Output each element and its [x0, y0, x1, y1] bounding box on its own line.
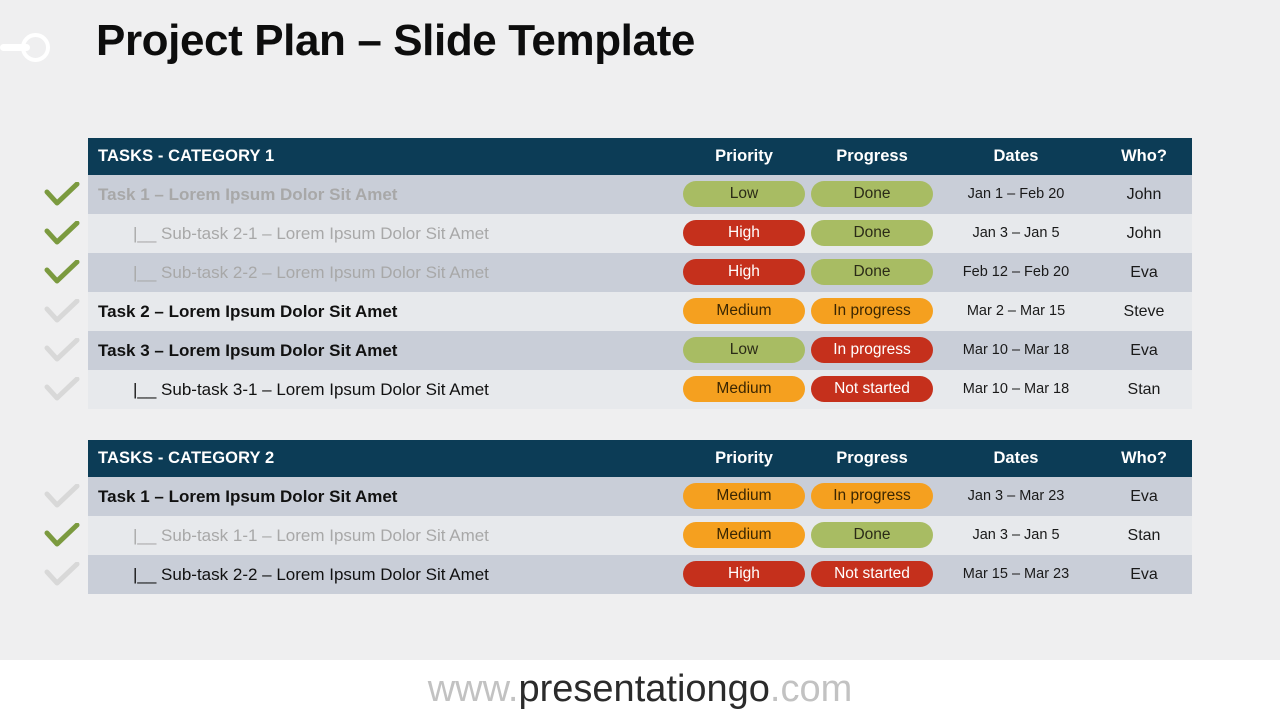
progress-badge[interactable]: In progress: [811, 337, 933, 363]
column-header-progress: Progress: [836, 449, 908, 467]
task-name: Task 1 – Lorem Ipsum Dolor Sit Amet: [98, 487, 398, 506]
checkmark-icon-pending[interactable]: [40, 292, 84, 331]
task-name: |__ Sub-task 2-2 – Lorem Ipsum Dolor Sit…: [133, 263, 489, 282]
progress-badge[interactable]: Done: [811, 181, 933, 207]
priority-badge[interactable]: Medium: [683, 483, 805, 509]
progress-badge[interactable]: Not started: [811, 376, 933, 402]
dates-cell: Jan 1 – Feb 20: [967, 186, 1065, 202]
priority-badge[interactable]: Low: [683, 337, 805, 363]
table-row: |__ Sub-task 1-1 – Lorem Ipsum Dolor Sit…: [88, 516, 1192, 555]
dates-cell: Feb 12 – Feb 20: [962, 264, 1070, 280]
checkmark-column-category-2: [40, 477, 84, 594]
checkmark-icon-pending[interactable]: [40, 477, 84, 516]
table-row: Task 1 – Lorem Ipsum Dolor Sit Amet Low Do…: [88, 175, 1192, 214]
watermark-brand: presentationgo: [518, 668, 770, 710]
owner-cell: Eva: [1130, 488, 1158, 505]
column-header-priority: Priority: [715, 147, 773, 165]
owner-cell: Eva: [1130, 264, 1158, 281]
page-title: Project Plan – Slide Template: [96, 16, 695, 65]
priority-badge[interactable]: High: [683, 220, 805, 246]
watermark: www.presentationgo.com: [0, 668, 1280, 711]
category-title: TASKS - CATEGORY 2: [98, 449, 275, 467]
column-header-priority: Priority: [715, 449, 773, 467]
owner-cell: John: [1126, 225, 1162, 242]
dates-cell: Jan 3 – Jan 5: [972, 527, 1060, 543]
priority-badge[interactable]: Medium: [683, 522, 805, 548]
progress-badge[interactable]: In progress: [811, 483, 933, 509]
table-header-row-2: TASKS - CATEGORY 2 Priority Progress Dates W…: [88, 440, 1192, 477]
task-name: |__ Sub-task 2-1 – Lorem Ipsum Dolor Sit…: [133, 224, 489, 243]
priority-badge[interactable]: High: [683, 561, 805, 587]
checkmark-icon-done[interactable]: [40, 516, 84, 555]
checkmark-icon-done[interactable]: [40, 214, 84, 253]
owner-cell: Stan: [1127, 527, 1161, 544]
progress-badge[interactable]: In progress: [811, 298, 933, 324]
table-row: Task 1 – Lorem Ipsum Dolor Sit Amet Mediu…: [88, 477, 1192, 516]
column-header-who: Who?: [1121, 147, 1167, 165]
task-name: Task 2 – Lorem Ipsum Dolor Sit Amet: [98, 302, 398, 321]
category-title: TASKS - CATEGORY 1: [98, 147, 275, 165]
circle-line-logo-icon: [0, 28, 62, 68]
owner-cell: Eva: [1130, 566, 1158, 583]
owner-cell: Steve: [1123, 303, 1165, 320]
table-header-row-1: TASKS - CATEGORY 1 Priority Progress Dates W…: [88, 138, 1192, 175]
progress-badge[interactable]: Done: [811, 220, 933, 246]
priority-badge[interactable]: Medium: [683, 376, 805, 402]
priority-badge[interactable]: Medium: [683, 298, 805, 324]
checkmark-column-category-1: [40, 175, 84, 409]
dates-cell: Mar 15 – Mar 23: [962, 566, 1070, 582]
dates-cell: Mar 10 – Mar 18: [962, 381, 1070, 397]
task-table-category-2: TASKS - CATEGORY 2 Priority Progress Dates W…: [88, 440, 1192, 594]
progress-badge[interactable]: Done: [811, 522, 933, 548]
watermark-prefix: www.: [427, 668, 519, 710]
dates-cell: Mar 2 – Mar 15: [966, 303, 1066, 319]
dates-cell: Mar 10 – Mar 18: [962, 342, 1070, 358]
progress-badge[interactable]: Done: [811, 259, 933, 285]
task-name: Task 1 – Lorem Ipsum Dolor Sit Amet: [98, 185, 398, 204]
owner-cell: Eva: [1130, 342, 1158, 359]
checkmark-icon-done[interactable]: [40, 175, 84, 214]
priority-badge[interactable]: Low: [683, 181, 805, 207]
checkmark-icon-pending[interactable]: [40, 331, 84, 370]
table-row: |__ Sub-task 2-2 – Lorem Ipsum Dolor Sit…: [88, 253, 1192, 292]
dates-cell: Jan 3 – Mar 23: [967, 488, 1065, 504]
column-header-dates: Dates: [993, 147, 1039, 165]
table-row: |__ Sub-task 3-1 – Lorem Ipsum Dolor Sit…: [88, 370, 1192, 409]
column-header-who: Who?: [1121, 449, 1167, 467]
slide-canvas: Project Plan – Slide Template TASKS - CA…: [0, 0, 1280, 660]
column-header-dates: Dates: [993, 449, 1039, 467]
task-name: |__ Sub-task 1-1 – Lorem Ipsum Dolor Sit…: [133, 526, 489, 545]
task-name: Task 3 – Lorem Ipsum Dolor Sit Amet: [98, 341, 398, 360]
watermark-suffix: .com: [769, 668, 853, 710]
task-table-category-1: TASKS - CATEGORY 1 Priority Progress Dates W…: [88, 138, 1192, 409]
dates-cell: Jan 3 – Jan 5: [972, 225, 1060, 241]
task-name: |__ Sub-task 3-1 – Lorem Ipsum Dolor Sit…: [133, 380, 489, 399]
logo-ring: [21, 33, 50, 62]
checkmark-icon-pending[interactable]: [40, 370, 84, 409]
owner-cell: John: [1126, 186, 1162, 203]
checkmark-icon-pending[interactable]: [40, 555, 84, 594]
column-header-progress: Progress: [836, 147, 908, 165]
owner-cell: Stan: [1127, 381, 1161, 398]
table-row: |__ Sub-task 2-2 – Lorem Ipsum Dolor Sit…: [88, 555, 1192, 594]
table-row: Task 2 – Lorem Ipsum Dolor Sit Amet Mediu…: [88, 292, 1192, 331]
priority-badge[interactable]: High: [683, 259, 805, 285]
checkmark-icon-done[interactable]: [40, 253, 84, 292]
progress-badge[interactable]: Not started: [811, 561, 933, 587]
table-row: Task 3 – Lorem Ipsum Dolor Sit Amet Low In…: [88, 331, 1192, 370]
task-name: |__ Sub-task 2-2 – Lorem Ipsum Dolor Sit…: [133, 565, 489, 584]
table-row: |__ Sub-task 2-1 – Lorem Ipsum Dolor Sit…: [88, 214, 1192, 253]
